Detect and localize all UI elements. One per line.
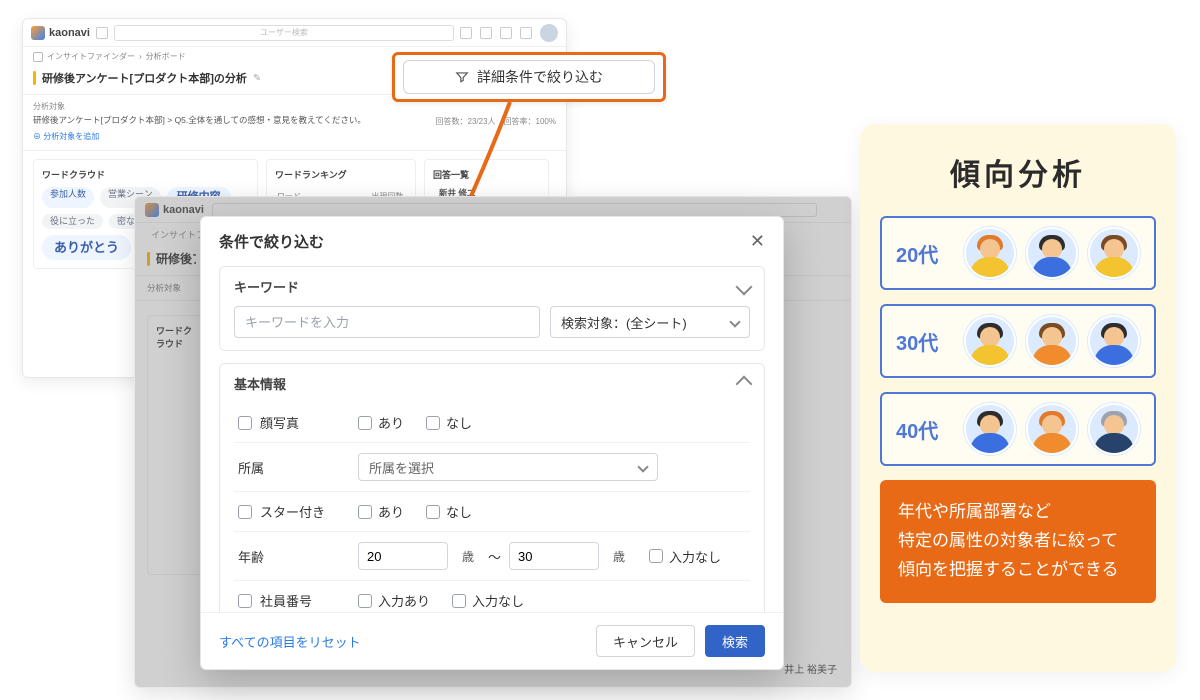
notification-icon[interactable] — [520, 27, 532, 39]
chevron-up-icon — [736, 375, 753, 392]
funnel-icon — [455, 70, 469, 84]
photo-yes-checkbox[interactable] — [358, 416, 372, 430]
export-icon[interactable] — [480, 27, 492, 39]
brand-name: kaonavi — [49, 27, 90, 39]
topbar-actions — [460, 24, 558, 42]
star-field-checkbox[interactable] — [238, 505, 252, 519]
photo-field-checkbox[interactable] — [238, 416, 252, 430]
close-icon[interactable]: ✕ — [750, 231, 765, 252]
title-accent — [33, 71, 36, 85]
age-from-input[interactable] — [358, 542, 448, 570]
target-label: 分析対象 — [33, 101, 556, 112]
brand-mark-icon — [31, 26, 45, 40]
chevron-down-icon — [729, 316, 740, 327]
keyword-panel-header[interactable]: キーワード — [220, 267, 764, 306]
modal-footer: すべての項目をリセット キャンセル 検索 — [201, 612, 783, 669]
keyword-input[interactable] — [234, 306, 540, 338]
star-yes-checkbox[interactable] — [358, 505, 372, 519]
keyword-scope-select[interactable]: 検索対象：(全シート) — [550, 306, 750, 338]
persona-avatar — [1026, 315, 1078, 367]
wordcloud-title: ワードクラウド — [42, 168, 249, 181]
cancel-button[interactable]: キャンセル — [596, 625, 695, 657]
persona-avatar — [1088, 403, 1140, 455]
persona-avatar — [1026, 403, 1078, 455]
chevron-down-icon — [736, 278, 753, 295]
age-label: 40代 — [896, 415, 952, 444]
empno-yes-checkbox[interactable] — [358, 594, 372, 608]
persona-avatar — [964, 227, 1016, 279]
keyword-section-label: キーワード — [234, 277, 299, 296]
empno-label: 社員番号 — [260, 591, 312, 610]
modal-body: キーワード 検索対象：(全シート) 基本情報 — [201, 266, 783, 612]
analysis-target-block: 分析対象 研修後アンケート[プロダクト本部] > Q5.全体を通しての感想・意見… — [23, 95, 566, 151]
avatar-group — [964, 227, 1140, 279]
chevron-down-icon — [637, 461, 648, 472]
keyword-panel-body: 検索対象：(全シート) — [220, 306, 764, 350]
trend-analysis-card: 傾向分析 20代 30代 40代 年代や所属部署など 特定の属性の対象者に絞って… — [860, 124, 1176, 672]
persona-avatar — [964, 403, 1016, 455]
wc-tag[interactable]: ありがとう — [42, 235, 131, 260]
filter-button-label: 詳細条件で絞り込む — [477, 67, 603, 87]
wordranking-title: ワードランキング — [275, 168, 407, 181]
empno-field-checkbox[interactable] — [238, 594, 252, 608]
star-label: スター付き — [260, 502, 325, 521]
filter-modal: 条件で絞り込む ✕ キーワード 検索対象：(全シート) — [200, 216, 784, 670]
keyword-panel: キーワード 検索対象：(全シート) — [219, 266, 765, 351]
dept-select[interactable]: 所属を選択 — [358, 453, 658, 481]
empno-no-checkbox[interactable] — [452, 594, 466, 608]
global-search-input[interactable]: ユーザー検索 — [114, 25, 454, 41]
age-label: 30代 — [896, 327, 952, 356]
dept-label: 所属 — [238, 458, 264, 477]
age-label: 20代 — [896, 239, 952, 268]
basic-info-header[interactable]: 基本情報 — [220, 364, 764, 403]
basic-section-label: 基本情報 — [234, 374, 286, 393]
wc-tag[interactable]: 参加人数 — [42, 187, 94, 208]
wc-tag[interactable]: 役に立った — [42, 214, 103, 229]
topbar: kaonavi ユーザー検索 — [23, 19, 566, 47]
keyword-scope-value: 検索対象：(全シート) — [561, 313, 687, 332]
apps-icon[interactable] — [96, 27, 108, 39]
avatar-group — [964, 315, 1140, 367]
filter-callout-highlight: 詳細条件で絞り込む — [392, 52, 666, 102]
persona-avatar — [964, 315, 1016, 367]
page-title: 研修後アンケート[プロダクト本部]の分析 — [42, 70, 247, 86]
pin-icon[interactable] — [500, 27, 512, 39]
basic-info-form: 顔写真 あり なし 所属 — [234, 403, 750, 612]
reset-link[interactable]: すべての項目をリセット — [219, 632, 361, 651]
age-group-row-30: 30代 — [880, 304, 1156, 378]
search-icon[interactable] — [460, 27, 472, 39]
trend-description: 年代や所属部署など 特定の属性の対象者に絞って 傾向を把握することができる — [880, 480, 1156, 603]
answers-title: 回答一覧 — [433, 168, 540, 181]
persona-avatar — [1026, 227, 1078, 279]
trend-title: 傾向分析 — [880, 150, 1156, 194]
age-none-checkbox[interactable] — [649, 549, 663, 563]
age-to-input[interactable] — [509, 542, 599, 570]
persona-avatar — [1088, 227, 1140, 279]
modal-title: 条件で絞り込む — [219, 231, 324, 252]
edit-title-icon[interactable]: ✎ — [253, 73, 261, 84]
age-group-row-20: 20代 — [880, 216, 1156, 290]
photo-label: 顔写真 — [260, 413, 299, 432]
star-no-checkbox[interactable] — [426, 505, 440, 519]
age-label: 年齢 — [238, 547, 264, 566]
add-target-link[interactable]: ⊕ 分析対象を追加 — [33, 131, 99, 142]
tool-icon — [33, 52, 43, 62]
dept-placeholder: 所属を選択 — [369, 458, 434, 477]
filter-button[interactable]: 詳細条件で絞り込む — [403, 60, 655, 94]
breadcrumb-tool[interactable]: インサイトファインダー — [47, 51, 135, 62]
brand-logo: kaonavi — [31, 26, 90, 40]
persona-avatar — [1088, 315, 1140, 367]
user-avatar[interactable] — [540, 24, 558, 42]
basic-info-panel: 基本情報 顔写真 あり なし — [219, 363, 765, 612]
photo-no-checkbox[interactable] — [426, 416, 440, 430]
avatar-group — [964, 403, 1140, 455]
breadcrumb-page[interactable]: 分析ボード — [146, 51, 186, 62]
age-group-row-40: 40代 — [880, 392, 1156, 466]
modal-header: 条件で絞り込む ✕ — [201, 217, 783, 266]
search-button[interactable]: 検索 — [705, 625, 765, 657]
